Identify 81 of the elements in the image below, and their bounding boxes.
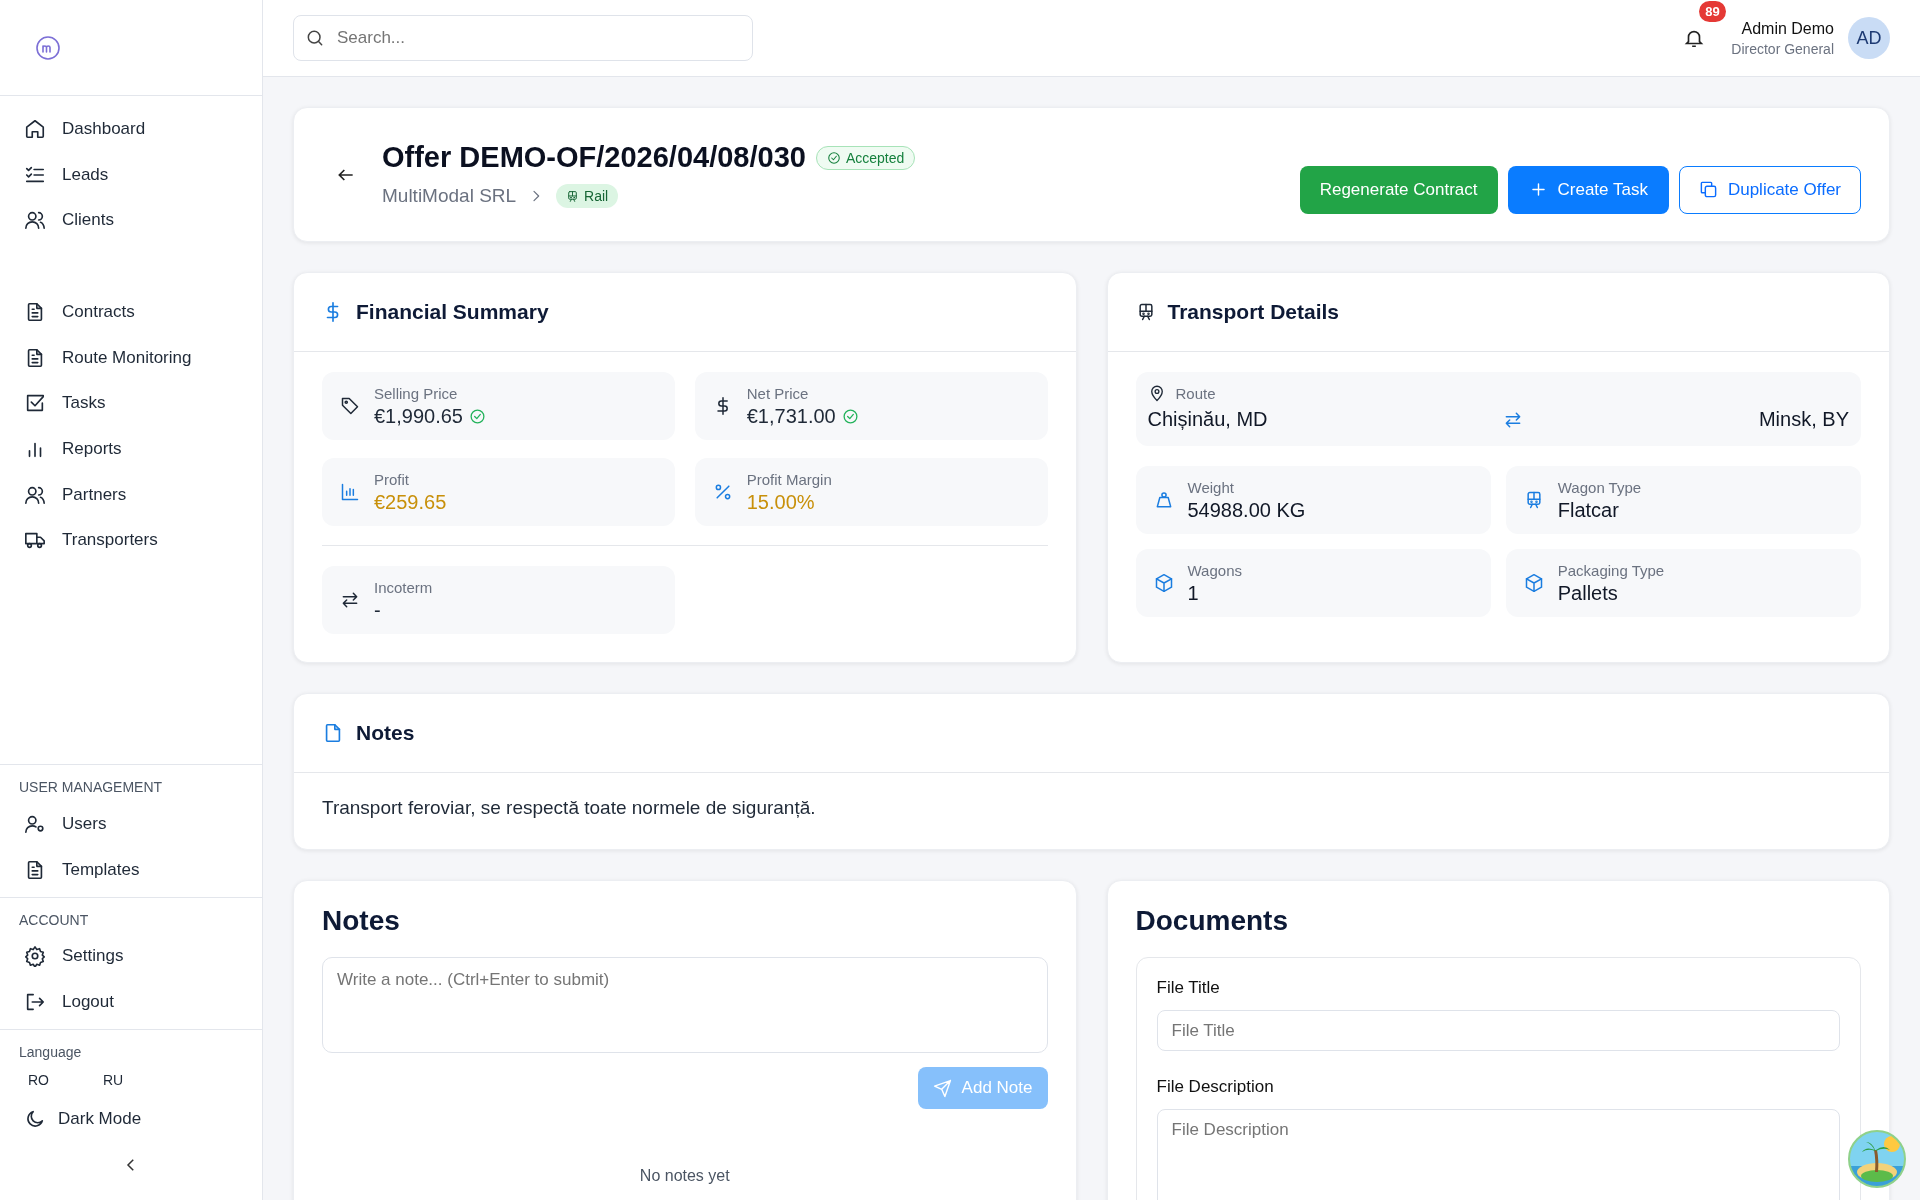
section-heading: USER MANAGEMENT [18, 779, 164, 798]
search-icon [305, 28, 325, 48]
nav-item[interactable]: Transporters [0, 517, 262, 564]
detail-label: Wagon Type [1557, 478, 1642, 496]
action-button[interactable]: Create Task [1507, 165, 1669, 214]
nav-item[interactable]: Tasks [0, 380, 262, 427]
train-icon [566, 189, 580, 203]
detail-value: Flatcar [1557, 498, 1620, 522]
client-name: MultiModal SRL [382, 185, 517, 207]
panel-title: Documents [1135, 905, 1289, 937]
nav-item[interactable]: Leads [0, 151, 262, 198]
metric-label: Profit [374, 470, 410, 488]
package-icon [1523, 573, 1544, 593]
action-button[interactable]: Duplicate Offer [1678, 165, 1861, 214]
empty-state-text: No notes yet [638, 1167, 731, 1185]
home-icon [24, 117, 46, 140]
note-text: Transport feroviar, se respectă toate normele de siguranță. [321, 796, 817, 820]
file-title-field[interactable]: File Title [1156, 1010, 1840, 1052]
logo-icon[interactable] [34, 33, 62, 62]
nav-item[interactable]: Reports [0, 426, 262, 472]
moon-icon [24, 1108, 46, 1130]
user-gear-icon [24, 813, 46, 836]
swap-icon [340, 590, 360, 610]
tag-icon [340, 396, 360, 416]
dark-mode-toggle[interactable]: Dark Mode [0, 1096, 262, 1142]
card-title: Notes [356, 721, 415, 745]
route-label: Route [1175, 384, 1216, 402]
route-destination: Minsk, BY [1758, 408, 1849, 431]
metric-value: - [374, 598, 382, 622]
package-icon [1153, 573, 1174, 593]
language-option[interactable]: RO [28, 1068, 49, 1092]
nav-item[interactable]: Logout [0, 979, 262, 1025]
metric-value: 15.00% [746, 490, 815, 514]
offer-title: Offer DEMO-OF/2026/04/08/030 [382, 141, 806, 174]
note-input[interactable]: Write a note... (Ctrl+Enter to submit) [322, 957, 1048, 1053]
nav-item[interactable]: Users [0, 801, 262, 847]
nav-item[interactable]: Clients [0, 197, 262, 244]
user-role: Director General [1731, 40, 1834, 57]
send-icon [932, 1078, 952, 1098]
route-origin: Chișinău, MD [1147, 408, 1268, 431]
metric-label: Net Price [746, 384, 810, 402]
language-label: Language [18, 1044, 83, 1060]
search-field[interactable]: Search... [293, 15, 753, 61]
bar-chart-icon [340, 482, 360, 502]
language-option[interactable]: RU [103, 1068, 124, 1092]
nav-item[interactable]: Contracts [0, 289, 262, 335]
detail-label: Weight [1187, 478, 1235, 496]
metric-label: Selling Price [374, 384, 459, 402]
nav-item[interactable]: Settings [0, 933, 262, 980]
check-circle-icon [826, 150, 841, 165]
metric-value: €1,990.65 [374, 404, 463, 428]
file-description-field[interactable]: File Description [1156, 1109, 1840, 1200]
copy-icon [1698, 180, 1718, 199]
detail-value: 54988.00 KG [1187, 498, 1306, 522]
check-circle-icon [841, 407, 859, 425]
people-icon [24, 209, 46, 232]
detail-label: Wagons [1187, 561, 1242, 579]
field-label: File Description [1156, 1077, 1275, 1098]
status-badge: Accepted [815, 145, 916, 170]
user-name: Admin Demo [1741, 19, 1834, 38]
user-avatar[interactable]: AD [1848, 17, 1890, 59]
settings-icon [24, 945, 46, 968]
notification-count: 89 [1699, 1, 1726, 22]
metric-label: Profit Margin [746, 470, 832, 488]
detail-value: Pallets [1557, 581, 1619, 605]
nav-item[interactable]: Partners [0, 471, 262, 518]
nav-item[interactable]: Dashboard [0, 106, 262, 152]
card-title: Transport Details [1167, 300, 1340, 324]
metric-value: €259.65 [374, 490, 447, 514]
metric-value: €1,731.00 [746, 404, 836, 428]
field-label: File Title [1156, 978, 1221, 998]
card-title: Financial Summary [356, 300, 549, 324]
detail-label: Packaging Type [1557, 561, 1665, 579]
nav-item[interactable]: Route Monitoring [0, 334, 262, 381]
panel-title: Notes [322, 905, 401, 937]
nav-item[interactable]: Templates [0, 846, 262, 893]
detail-value: 1 [1187, 581, 1200, 605]
metric-label: Incoterm [374, 578, 433, 596]
check-circle-icon [469, 407, 486, 425]
transport-mode-tag: Rail [556, 184, 619, 208]
section-heading: ACCOUNT [18, 911, 90, 930]
